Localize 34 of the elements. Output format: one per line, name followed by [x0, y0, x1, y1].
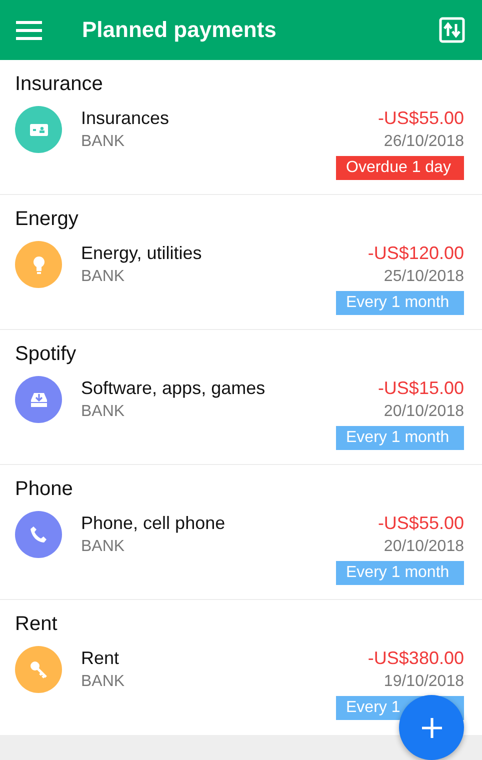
category-name: Insurances: [81, 107, 170, 130]
recurrence-badge: Every 1 month: [336, 561, 464, 585]
category-name: Phone, cell phone: [81, 512, 226, 535]
account-name: BANK: [81, 537, 126, 557]
account-name: BANK: [81, 672, 126, 692]
sort-icon[interactable]: [439, 17, 465, 43]
account-name: BANK: [81, 267, 126, 287]
group-title: Insurance: [15, 72, 104, 96]
group-title: Energy: [15, 207, 80, 231]
due-date: 20/10/2018: [384, 537, 464, 557]
due-date: 20/10/2018: [384, 402, 464, 422]
overdue-badge: Overdue 1 day: [336, 156, 464, 180]
amount: -US$55.00: [378, 107, 464, 130]
group-title: Spotify: [15, 342, 78, 366]
account-name: BANK: [81, 402, 126, 422]
recurrence-badge: Every 1 month: [336, 426, 464, 450]
add-button[interactable]: [399, 695, 464, 760]
menu-icon[interactable]: [16, 20, 42, 40]
amount: -US$55.00: [378, 512, 464, 535]
category-name: Energy, utilities: [81, 242, 203, 265]
account-name: BANK: [81, 132, 126, 152]
category-name: Rent: [81, 647, 120, 670]
due-date: 25/10/2018: [384, 267, 464, 287]
recurrence-badge: Every 1 month: [336, 291, 464, 315]
amount: -US$15.00: [378, 377, 464, 400]
plus-icon: [420, 716, 442, 738]
group-title: Rent: [15, 612, 58, 636]
amount: -US$120.00: [368, 242, 464, 265]
due-date: 26/10/2018: [384, 132, 464, 152]
screen-title: Planned payments: [82, 17, 278, 43]
category-name: Software, apps, games: [81, 377, 266, 400]
amount: -US$380.00: [368, 647, 464, 670]
due-date: 19/10/2018: [384, 672, 464, 692]
group-title: Phone: [15, 477, 74, 501]
